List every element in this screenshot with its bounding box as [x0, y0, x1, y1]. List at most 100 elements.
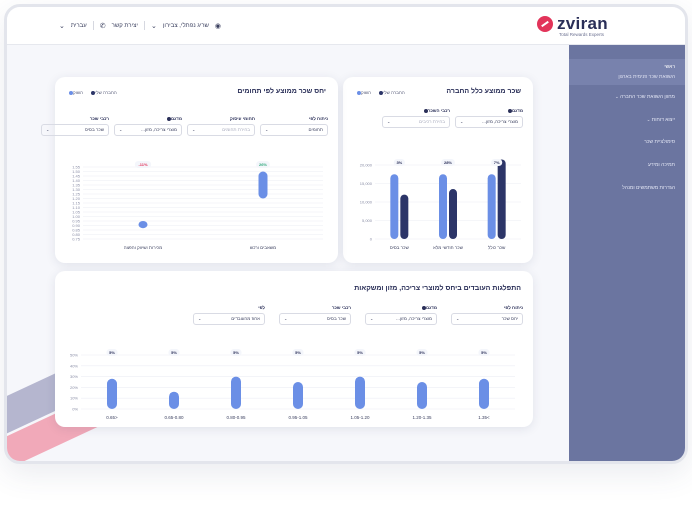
brand-name: zviran: [557, 14, 608, 33]
analysis-by-select[interactable]: יחס שכר ⌄: [451, 313, 523, 325]
x-tick-label: מכירות ושיווק והפצה: [124, 245, 163, 250]
bar: [231, 376, 241, 409]
sample-select[interactable]: מוצרי צריכה, מזון... ⌄: [114, 124, 182, 136]
filter-salary-components: רכבי השכר בחירת רכיבים ⌄: [382, 108, 450, 128]
filter-sample: מדגם מוצרי צריכה, מזון... ⌄: [455, 108, 523, 128]
y-tick-label: 1.20: [72, 196, 81, 201]
chevron-down-icon: ⌄: [284, 316, 288, 321]
sidebar-item-salary-simulation[interactable]: סימולציית שכר: [569, 131, 685, 154]
y-tick-label: 1.45: [72, 174, 81, 179]
y-tick-label: 1.05: [72, 210, 81, 215]
value-badge-label: 5%: [295, 350, 301, 355]
bar: [355, 376, 365, 409]
sidebar-item-export-reports[interactable]: ⌄ ייצוא דוחות: [569, 108, 685, 131]
filter-analysis-by: ניתוח לפי תחומים ⌄: [260, 116, 328, 136]
chevron-down-icon: ⌄: [119, 127, 123, 132]
y-tick-label: 5,000: [362, 218, 373, 223]
y-tick-label: 1.15: [72, 201, 81, 206]
x-tick-label: 1.20-1.35: [412, 415, 432, 420]
filter-label: מדגם: [114, 116, 182, 124]
y-tick-label: 0: [370, 237, 373, 242]
y-tick-label: 15,000: [360, 181, 373, 186]
y-tick-label: 1.35: [72, 183, 81, 188]
y-tick-label: 10,000: [360, 200, 373, 205]
value-badge-label: 28%: [444, 160, 452, 165]
y-tick-label: 50%: [70, 353, 78, 358]
filter-row: ניתוח לפי תחומים ⌄ תחומי עיסוק בחירת תחומ…: [41, 116, 328, 136]
filter-label: תחומי עיסוק: [229, 116, 255, 121]
salary-components-select[interactable]: שכר בסיס ⌄: [41, 124, 109, 136]
chevron-down-icon: ⌄: [46, 127, 50, 132]
sidebar-item-label: סימולציית שכר: [644, 139, 675, 145]
value-badge-label: -11%: [138, 162, 148, 167]
contact-link[interactable]: יצירת קשר: [112, 23, 138, 29]
bar-company: [400, 194, 409, 239]
x-tick-label: 0.80-0.95: [226, 415, 246, 420]
y-tick-label: 1.55: [72, 165, 81, 170]
user-menu[interactable]: שריג נפתלי, צבירון: [163, 23, 209, 29]
legend-item-company: החברה שלי: [89, 90, 117, 95]
value-badge-label: 5%: [233, 350, 239, 355]
y-tick-label: 30%: [70, 374, 78, 379]
y-tick-label: 1.40: [72, 178, 81, 183]
card-title: שכר ממוצע כלל החברה: [446, 88, 521, 95]
bar: [169, 391, 179, 409]
bar-company: [449, 189, 457, 239]
chevron-down-icon: ⌄: [614, 94, 619, 99]
filter-label: לפי: [258, 305, 265, 310]
range-bar: [138, 221, 148, 229]
sidebar-item-company-benchmark[interactable]: ⌄ מחוון השוואת שכר החברה: [569, 85, 685, 108]
sidebar-item-label: הגדרות משתמשים ומנהל: [622, 185, 675, 191]
filter-sample: מדגם מוצרי צריכה, מזון... ⌄: [114, 116, 182, 136]
chevron-down-icon: ⌄: [460, 119, 464, 124]
by-select[interactable]: אחוז מהעובדים ⌄: [193, 313, 265, 325]
sidebar-item-settings[interactable]: הגדרות משתמשים ומנהל: [569, 177, 685, 200]
y-tick-label: 0.95: [72, 219, 81, 224]
company-average-card: שכר ממוצע כלל החברה השוק החברה שלי מדגם …: [343, 77, 533, 263]
sample-select[interactable]: מוצרי צריכה, מזון... ⌄: [455, 116, 523, 128]
analysis-by-select[interactable]: תחומים ⌄: [260, 124, 328, 136]
chevron-down-icon: ⌄: [198, 316, 202, 321]
sidebar-item-label: ראשי: [664, 64, 675, 70]
sidebar-item-support[interactable]: תמיכה ומידע: [569, 154, 685, 177]
y-tick-label: 20,000: [360, 163, 373, 168]
sidebar-item-home[interactable]: ראשי השוואת שכר פנימית בארגון: [569, 59, 685, 85]
legend-item-market: השוק: [355, 90, 371, 95]
bar: [417, 382, 427, 409]
bar: [107, 378, 117, 409]
ratio-by-domain-card: יחס שכר ממוצע לפי תחומים השוק החברה שלי …: [41, 77, 338, 263]
bar-market: [390, 174, 399, 239]
value-badge-label: 5%: [419, 350, 425, 355]
chevron-down-icon: ⌄: [456, 316, 460, 321]
legend-label: השוק: [73, 90, 83, 95]
x-tick-label: שכר כולל: [488, 245, 506, 250]
bar: [293, 382, 303, 409]
language-selector[interactable]: עברית: [71, 23, 87, 29]
filter-label: מדגם: [455, 108, 523, 116]
sidebar-item-sublabel: השוואת שכר פנימית בארגון: [618, 74, 675, 80]
y-tick-label: 10%: [70, 396, 78, 401]
filter-analysis-by: ניתוח לפי יחס שכר ⌄: [451, 305, 523, 325]
y-tick-label: 20%: [70, 385, 78, 390]
card-title: יחס שכר ממוצע לפי תחומים: [237, 88, 326, 95]
value-badge-label: 26%: [259, 162, 267, 167]
employee-distribution-chart: 0% 10% 20% 30% 40% 50% 5% 1.35< 5% 1.20-1.35 5% 1.0…: [63, 347, 519, 421]
x-tick-label: שכר חודשי מלא: [433, 245, 464, 250]
chevron-down-icon: ⌄: [59, 22, 65, 30]
y-tick-label: 0.80: [72, 232, 81, 237]
domains-select[interactable]: בחירת תחומים ⌄: [187, 124, 255, 136]
chevron-down-icon: ⌄: [387, 119, 391, 124]
filter-salary-components: רכבי שכר שכר בסיס ⌄: [279, 305, 351, 325]
brand-logo[interactable]: zviran Total Rewards Experts: [537, 14, 617, 40]
salary-components-select[interactable]: שכר בסיס ⌄: [279, 313, 351, 325]
y-tick-label: 0.85: [72, 228, 81, 233]
chart-svg: 0.750.800.850.900.951.001.051.101.151.20…: [72, 161, 323, 250]
filter-row: מדגם מוצרי צריכה, מזון... ⌄ רכבי השכר בחי…: [382, 108, 523, 128]
sample-select[interactable]: מוצרי צריכה, מזון... ⌄: [365, 313, 437, 325]
salary-components-select[interactable]: בחירת רכיבים ⌄: [382, 116, 450, 128]
chart-legend: השוק החברה שלי: [67, 90, 117, 95]
ratio-by-domain-chart: 0.75 0.80 0.85 0.90 0.95 1.00 1.05 1.10 1.15 1.20…: [63, 161, 329, 251]
top-nav: ⌄ עברית ✆ יצירת קשר ⌄ שריג נפתלי, צבירון…: [59, 21, 221, 30]
value-badge-label: 5%: [357, 350, 363, 355]
logo-mark-icon: [537, 16, 553, 32]
